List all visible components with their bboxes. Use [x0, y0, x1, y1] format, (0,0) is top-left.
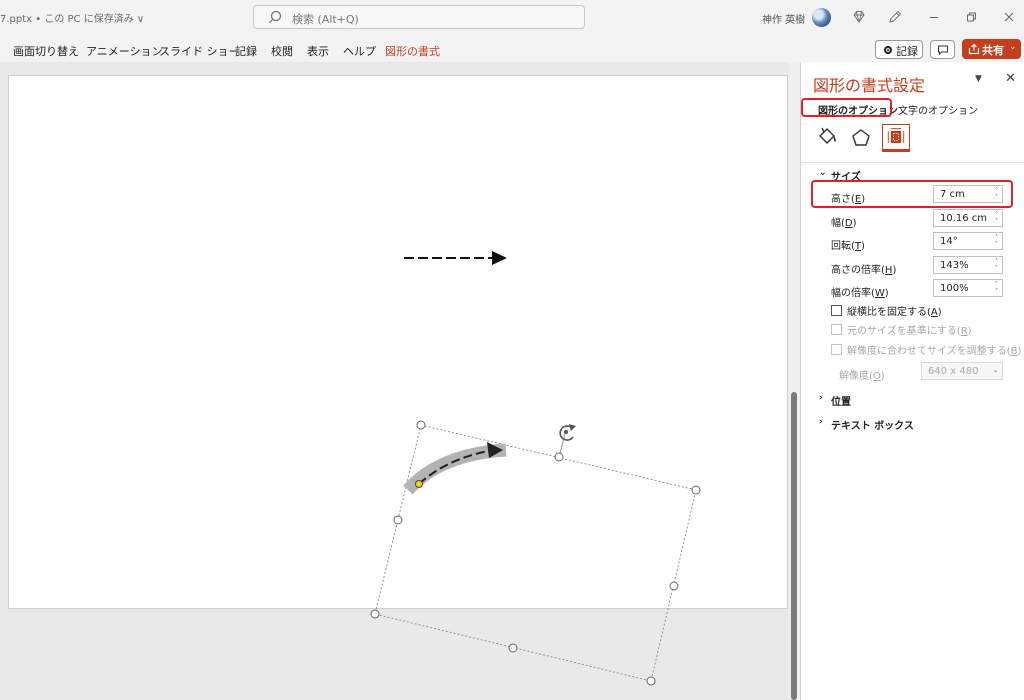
- tab-text-options[interactable]: 文字のオプション: [898, 102, 978, 117]
- share-button[interactable]: 共有 ⌄: [962, 39, 1021, 59]
- tab-shape-format[interactable]: 図形の書式: [385, 43, 440, 59]
- chevron-down-icon: ⌄: [992, 367, 998, 374]
- scale-height-value: 143%: [940, 260, 969, 271]
- scrollbar-thumb[interactable]: [791, 392, 797, 700]
- rotation-input[interactable]: 14° ˄ ˅: [933, 232, 1003, 250]
- rotation-label: 回転(T): [831, 241, 865, 252]
- spinner-icon[interactable]: ˄ ˅: [995, 234, 998, 248]
- pen-icon[interactable]: [887, 9, 903, 25]
- document-title[interactable]: 7.pptx • この PC に保存済み ∨: [0, 10, 144, 25]
- record-button[interactable]: 記録: [875, 40, 923, 59]
- width-label: 幅(D): [831, 218, 857, 229]
- effects-pentagon-icon[interactable]: [847, 124, 875, 152]
- scale-height-input[interactable]: 143% ˄ ˅: [933, 256, 1003, 274]
- relative-original-checkbox[interactable]: [831, 324, 842, 335]
- tab-review[interactable]: 校閲: [271, 43, 293, 59]
- tab-help[interactable]: ヘルプ: [343, 43, 376, 59]
- resolution-label: 解像度(O): [839, 371, 885, 382]
- lock-aspect-checkbox[interactable]: [831, 305, 842, 316]
- chevron-down-icon[interactable]: ⌄: [1009, 42, 1017, 52]
- best-scale-checkbox[interactable]: [831, 344, 842, 355]
- pane-title: 図形の書式設定: [813, 76, 926, 95]
- resize-handles[interactable]: [370, 420, 701, 686]
- highlight-height-row: [811, 180, 1013, 208]
- section-position-label: 位置: [831, 397, 851, 408]
- best-scale-label: 解像度に合わせてサイズを調整する(B): [847, 346, 1022, 357]
- search-placeholder: 検索 (Alt+Q): [292, 13, 359, 26]
- tab-slideshow[interactable]: スライド ショー: [159, 43, 240, 59]
- record-icon: [884, 46, 892, 54]
- selection-frame: [374, 424, 697, 682]
- format-shape-pane: 図形の書式設定 ▼ ✕ 図形のオプション 文字のオプション ⌄ サイズ 高さ(E…: [800, 62, 1024, 700]
- highlight-shape-options: [801, 98, 892, 117]
- chevron-right-icon: ›: [819, 393, 823, 403]
- size-properties-icon[interactable]: [882, 124, 910, 152]
- search-icon: [269, 10, 282, 24]
- close-window-icon[interactable]: [1001, 9, 1017, 25]
- width-value: 10.16 cm: [940, 213, 988, 224]
- tab-record[interactable]: 記録: [235, 43, 257, 59]
- tab-animations[interactable]: アニメーション: [86, 43, 163, 59]
- title-bar: 7.pptx • この PC に保存済み ∨ 検索 (Alt+Q) 神作 英樹: [0, 0, 1024, 36]
- avatar[interactable]: [812, 8, 831, 27]
- spinner-icon[interactable]: ˄ ˅: [995, 281, 998, 295]
- pane-options-icon[interactable]: ▼: [975, 74, 982, 84]
- relative-original-label: 元のサイズを基準にする(R): [847, 326, 972, 337]
- scale-width-value: 100%: [940, 283, 969, 294]
- ribbon-tabs: 画面切り替え アニメーション スライド ショー 記録 校閲 表示 ヘルプ 図形の…: [0, 36, 1024, 62]
- tab-transitions[interactable]: 画面切り替え: [13, 43, 79, 59]
- section-textbox-label: テキスト ボックス: [831, 421, 914, 432]
- close-icon[interactable]: ✕: [1005, 71, 1016, 86]
- spinner-icon[interactable]: ˄ ˅: [995, 211, 998, 225]
- fill-line-icon[interactable]: [813, 124, 841, 152]
- user-name[interactable]: 神作 英樹: [762, 11, 805, 26]
- scale-height-label: 高さの倍率(H): [831, 265, 897, 276]
- chevron-right-icon: ›: [819, 417, 823, 427]
- minimize-icon[interactable]: [926, 9, 942, 25]
- diamond-icon[interactable]: [851, 9, 867, 25]
- resolution-select[interactable]: 640 x 480 ⌄: [921, 362, 1003, 380]
- record-label: 記録: [896, 45, 918, 58]
- vertical-scrollbar[interactable]: [789, 62, 800, 700]
- dashed-arrow-shape[interactable]: [404, 251, 507, 265]
- pane-divider: [801, 162, 1024, 163]
- chevron-down-icon: ⌄: [819, 168, 827, 178]
- comment-icon: [938, 45, 948, 56]
- comments-button[interactable]: [930, 40, 955, 59]
- width-input[interactable]: 10.16 cm ˄ ˅: [933, 209, 1003, 227]
- share-icon: [968, 43, 980, 55]
- search-box[interactable]: 検索 (Alt+Q): [253, 5, 585, 29]
- share-label: 共有: [982, 44, 1004, 57]
- spinner-icon[interactable]: ˄ ˅: [995, 258, 998, 272]
- scale-width-input[interactable]: 100% ˄ ˅: [933, 279, 1003, 297]
- tab-view[interactable]: 表示: [307, 43, 329, 59]
- resolution-value: 640 x 480: [928, 366, 979, 377]
- adjust-handle[interactable]: [415, 480, 423, 488]
- lock-aspect-label: 縦横比を固定する(A): [847, 307, 942, 318]
- rotation-value: 14°: [940, 236, 958, 247]
- restore-icon[interactable]: [963, 9, 979, 25]
- rotate-handle-icon[interactable]: [559, 424, 576, 441]
- slide-shapes: [370, 251, 701, 686]
- scale-width-label: 幅の倍率(W): [831, 288, 889, 299]
